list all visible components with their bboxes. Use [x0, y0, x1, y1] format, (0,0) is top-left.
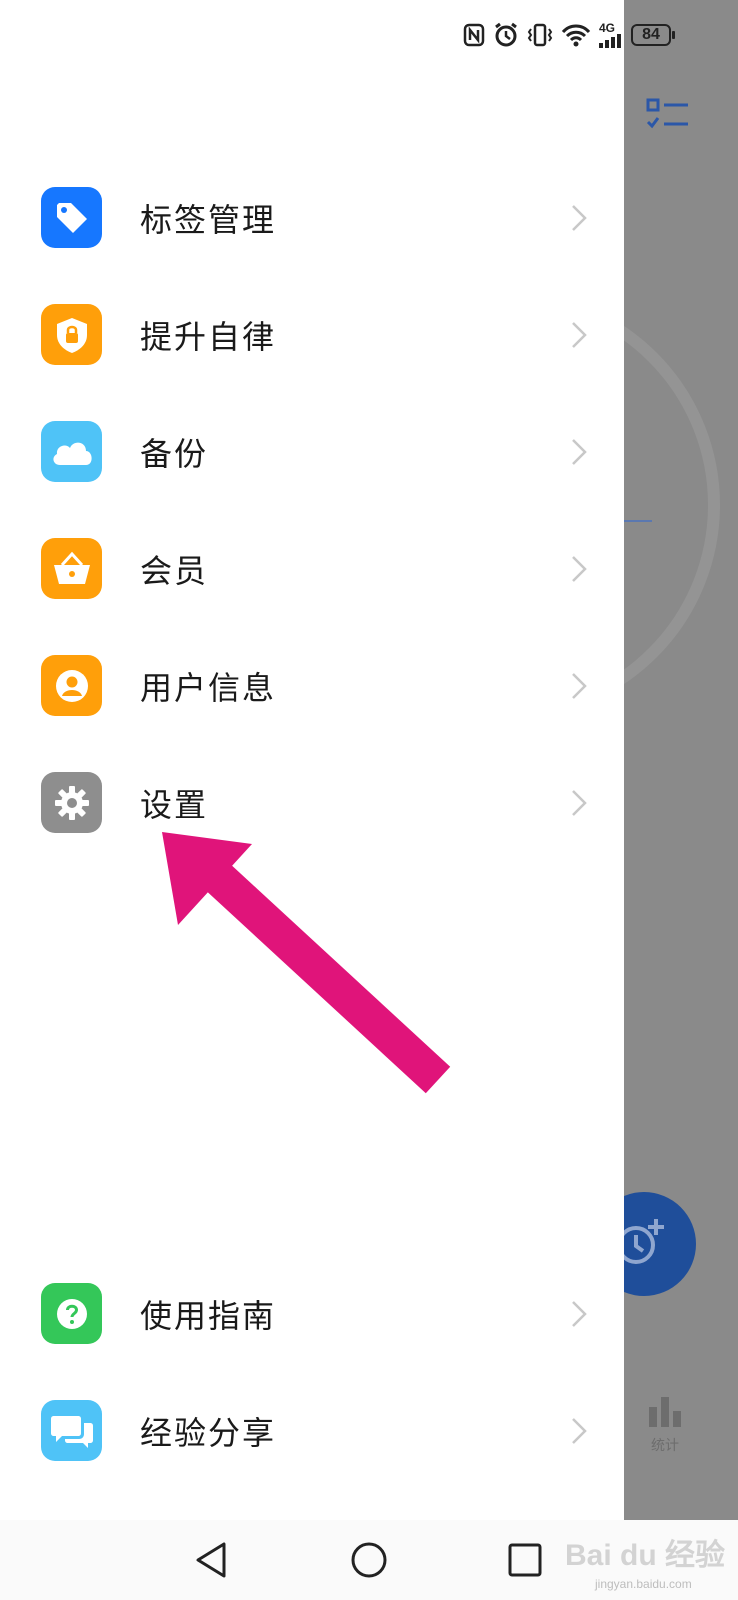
signal-icon	[599, 34, 621, 48]
watermark-url: jingyan.baidu.com	[595, 1577, 692, 1591]
home-button[interactable]	[347, 1538, 391, 1582]
menu-item-label: 经验分享	[140, 1414, 277, 1452]
menu-item-user-info[interactable]: 用户信息	[0, 631, 624, 741]
network-type: 4G	[599, 21, 616, 35]
gear-icon	[41, 772, 102, 833]
chevron-right-icon	[572, 439, 587, 465]
menu-item-label: 会员	[140, 552, 209, 590]
user-icon	[41, 655, 102, 716]
menu-item-label: 提升自律	[140, 318, 277, 356]
chevron-right-icon	[572, 1418, 587, 1444]
bar-chart-icon	[649, 1397, 681, 1427]
vibrate-icon	[527, 23, 553, 47]
back-button[interactable]	[190, 1538, 234, 1582]
menu-item-label: 用户信息	[140, 669, 277, 707]
stats-tab[interactable]: 统计	[640, 1395, 690, 1455]
menu-item-experience-share[interactable]: 经验分享	[0, 1376, 624, 1486]
menu-item-guide[interactable]: 使用指南	[0, 1259, 624, 1369]
basket-icon	[41, 538, 102, 599]
menu-item-self-discipline[interactable]: 提升自律	[0, 280, 624, 390]
menu-item-tags[interactable]: 标签管理	[0, 163, 624, 273]
navigation-drawer: 标签管理 提升自律 备份 会员 用户信息 设置 使用指南 经验分享	[0, 0, 624, 1520]
stats-tab-label: 统计	[651, 1438, 679, 1454]
battery-indicator: 84	[631, 24, 675, 46]
chevron-right-icon	[572, 790, 587, 816]
chevron-right-icon	[572, 556, 587, 582]
cellular-signal: 4G	[599, 22, 623, 48]
tag-icon	[41, 187, 102, 248]
status-icons: 4G 84	[463, 20, 675, 50]
menu-item-label: 使用指南	[140, 1297, 277, 1335]
menu-item-backup[interactable]: 备份	[0, 397, 624, 507]
wifi-icon	[561, 24, 591, 47]
watermark-brand: Bai du 经验	[565, 1539, 726, 1572]
chevron-right-icon	[572, 1301, 587, 1327]
recents-button[interactable]	[503, 1538, 547, 1582]
menu-item-label: 设置	[140, 786, 209, 824]
chevron-right-icon	[572, 673, 587, 699]
chevron-right-icon	[572, 205, 587, 231]
cloud-icon	[41, 421, 102, 482]
menu-item-label: 标签管理	[140, 201, 277, 239]
nfc-icon	[463, 23, 485, 47]
help-icon	[41, 1283, 102, 1344]
annotation-arrow	[162, 832, 451, 1094]
menu-item-membership[interactable]: 会员	[0, 514, 624, 624]
chevron-right-icon	[572, 322, 587, 348]
shield-lock-icon	[41, 304, 102, 365]
menu-item-label: 备份	[140, 435, 209, 473]
checklist-icon[interactable]	[646, 98, 690, 132]
chat-icon	[41, 1400, 102, 1461]
status-bar: 4G 84	[0, 0, 738, 70]
alarm-icon	[495, 22, 517, 47]
